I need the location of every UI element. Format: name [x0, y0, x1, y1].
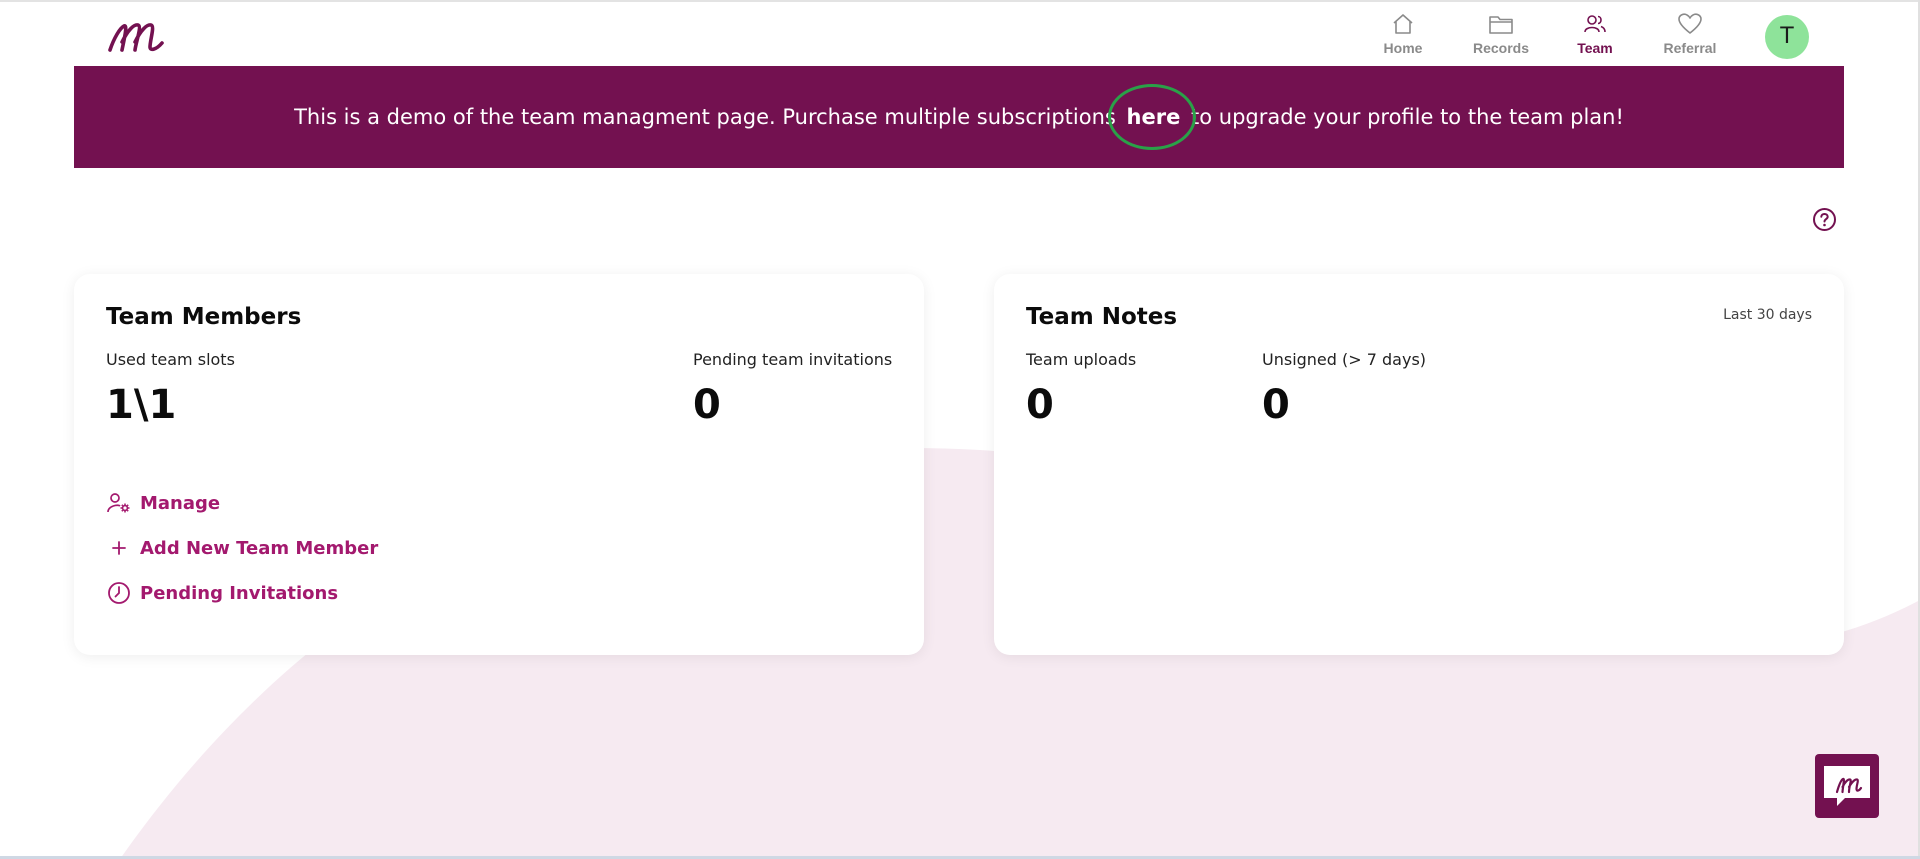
demo-banner: This is a demo of the team managment pag… — [74, 66, 1844, 168]
nav-records[interactable]: Records — [1461, 12, 1541, 62]
nav-referral-label: Referral — [1663, 40, 1717, 56]
chat-widget-button[interactable] — [1815, 754, 1879, 818]
plus-icon — [106, 535, 132, 561]
top-navigation-bar: Home Records Team Referral T — [0, 2, 1916, 66]
used-slots-label: Used team slots — [106, 350, 235, 369]
add-new-team-member-button[interactable]: Add New Team Member — [106, 534, 378, 562]
home-icon — [1393, 14, 1413, 34]
banner-text-after: to upgrade your profile to the team plan… — [1191, 105, 1624, 129]
nav-team-label: Team — [1577, 40, 1613, 56]
period-label: Last 30 days — [1723, 307, 1812, 323]
banner-text-before: This is a demo of the team managment pag… — [294, 105, 1116, 129]
nav-team[interactable]: Team — [1555, 12, 1635, 62]
team-notes-title: Team Notes — [1026, 304, 1178, 330]
folder-icon — [1489, 16, 1513, 34]
manage-button[interactable]: Manage — [106, 489, 220, 517]
team-uploads-label: Team uploads — [1026, 350, 1137, 369]
highlight-circle — [1108, 84, 1196, 150]
brand-logo[interactable] — [106, 10, 172, 58]
pending-invitations-button[interactable]: Pending Invitations — [106, 579, 338, 607]
pending-invitations-value: 0 — [693, 382, 721, 428]
top-border — [0, 0, 1920, 2]
nav-home-label: Home — [1383, 40, 1423, 56]
pending-invitations-label: Pending team invitations — [693, 350, 893, 369]
user-avatar[interactable]: T — [1765, 15, 1809, 59]
heart-icon — [1678, 13, 1702, 34]
nav-referral[interactable]: Referral — [1650, 12, 1730, 62]
team-members-title: Team Members — [106, 304, 302, 330]
chat-icon — [1824, 766, 1870, 806]
add-new-team-member-label: Add New Team Member — [140, 537, 379, 559]
user-settings-icon — [106, 490, 132, 516]
pending-invitations-action-label: Pending Invitations — [140, 582, 339, 604]
help-icon[interactable] — [1812, 207, 1837, 232]
team-members-card: Team Members Used team slots 1\1 Pending… — [74, 274, 924, 655]
team-notes-card: Team Notes Last 30 days Team uploads 0 U… — [994, 274, 1844, 655]
nav-home[interactable]: Home — [1363, 12, 1443, 62]
used-slots-value: 1\1 — [106, 382, 177, 428]
nav-records-label: Records — [1472, 40, 1530, 56]
manage-label: Manage — [140, 492, 221, 514]
unsigned-value: 0 — [1262, 382, 1290, 428]
clock-icon — [106, 580, 132, 606]
team-icon — [1584, 15, 1606, 33]
team-uploads-value: 0 — [1026, 382, 1054, 428]
unsigned-label: Unsigned (> 7 days) — [1262, 350, 1427, 369]
